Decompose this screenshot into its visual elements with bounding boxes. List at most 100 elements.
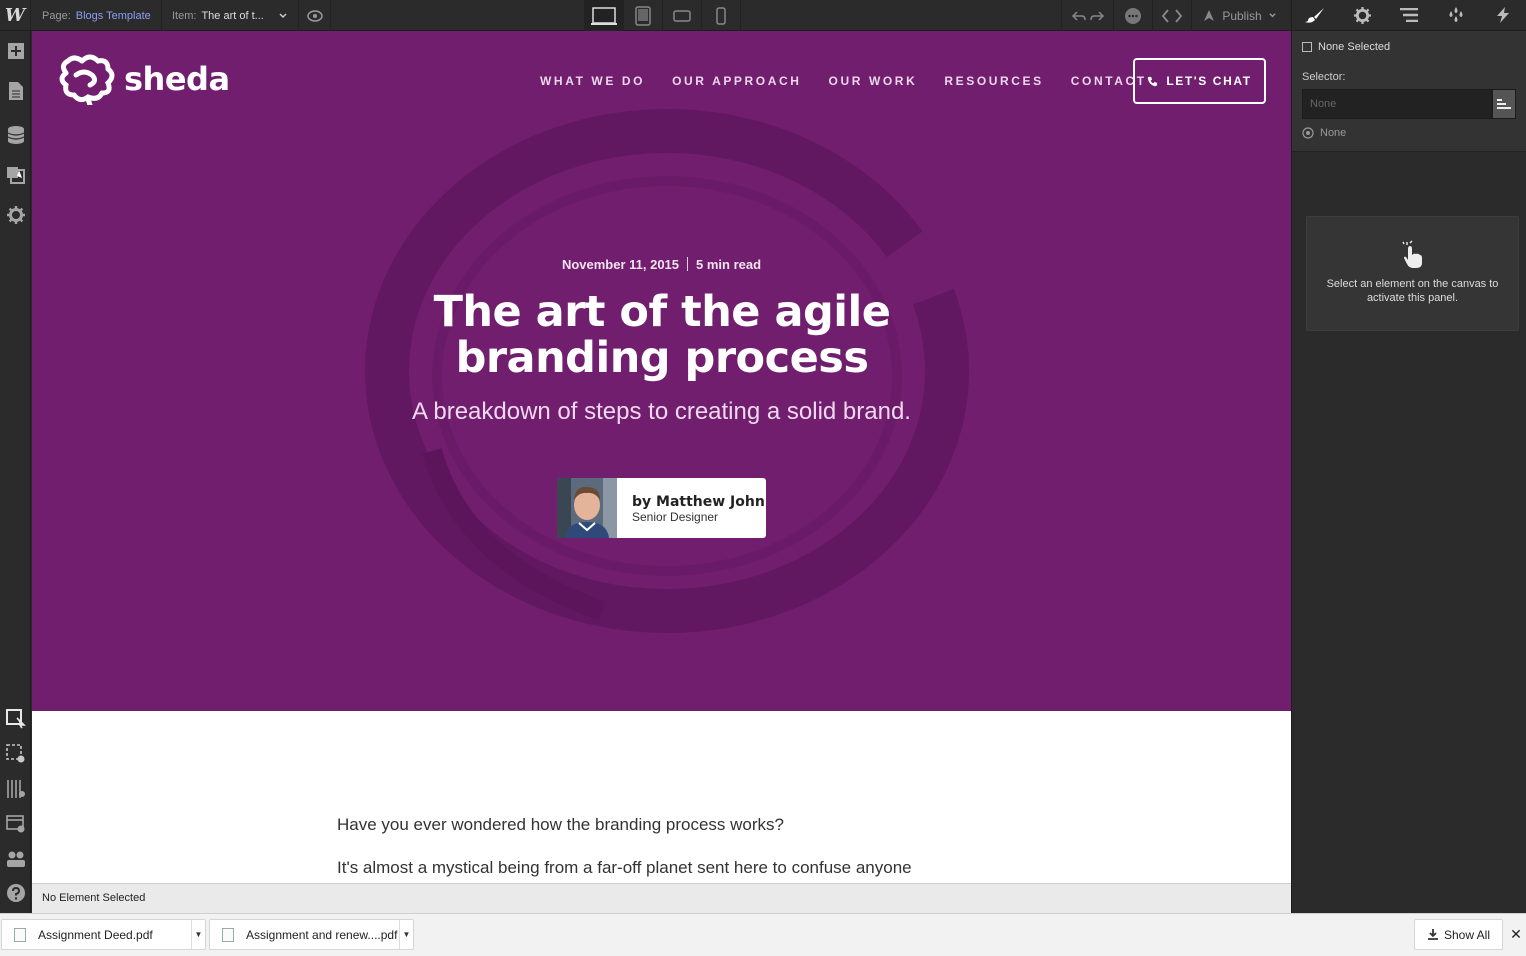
pages-icon xyxy=(8,82,23,100)
tab-navigator[interactable] xyxy=(1386,0,1433,30)
code-button[interactable] xyxy=(1152,0,1191,31)
download-menu-arrow[interactable]: ▼ xyxy=(399,920,413,949)
chevron-down-icon xyxy=(1268,13,1276,18)
post-meta: November 11, 2015 5 min read xyxy=(32,257,1291,272)
author-role: Senior Designer xyxy=(632,510,719,524)
meta-separator xyxy=(687,257,689,271)
item-label: Item: xyxy=(172,9,197,22)
designer-top-bar: W Page: Blogs Template Item: The art of … xyxy=(0,0,1291,31)
nav-resources[interactable]: RESOURCES xyxy=(944,74,1043,88)
post-title: The art of the agile branding process xyxy=(433,287,891,383)
assets-icon xyxy=(6,167,25,184)
none-selected-label: None Selected xyxy=(1318,41,1391,53)
preview-icon xyxy=(5,744,24,763)
tab-settings[interactable] xyxy=(1339,0,1386,30)
main-menu: WHAT WE DO OUR APPROACH OUR WORK RESOURC… xyxy=(540,74,1174,88)
item-selector[interactable]: Item: The art of t... xyxy=(162,0,299,31)
mobile-landscape-icon xyxy=(673,9,691,22)
close-icon[interactable]: ✕ xyxy=(1508,926,1524,942)
pdf-file-icon xyxy=(222,927,234,942)
site-settings-button[interactable] xyxy=(0,198,31,232)
undo-redo[interactable] xyxy=(1061,0,1113,31)
tab-swatches[interactable] xyxy=(1432,0,1479,30)
redo-icon xyxy=(1089,10,1104,21)
template-icon xyxy=(5,815,24,833)
site-logo[interactable]: sheda xyxy=(58,53,230,105)
lets-chat-label: LET'S CHAT xyxy=(1166,74,1252,88)
cms-button[interactable] xyxy=(0,118,31,152)
eye-icon xyxy=(307,9,323,22)
inherit-row: None xyxy=(1302,127,1516,139)
comments-button[interactable] xyxy=(1113,0,1152,31)
add-elements-button[interactable] xyxy=(0,34,31,68)
pages-button[interactable] xyxy=(0,74,31,108)
phone-icon xyxy=(1148,76,1158,86)
element-breadcrumb-bar: No Element Selected xyxy=(32,883,1291,913)
settings-icon xyxy=(6,206,25,224)
swatches-icon xyxy=(1449,7,1463,22)
interactions-icon xyxy=(1496,7,1509,23)
author-card[interactable]: by Matthew John Senior Designer xyxy=(557,478,766,538)
help-icon xyxy=(6,884,25,902)
article-body[interactable]: Have you ever wondered how the branding … xyxy=(32,711,1291,883)
download-item[interactable]: Assignment and renew....pdf ▼ xyxy=(209,919,414,950)
selector-input[interactable]: None xyxy=(1302,89,1492,119)
tab-style[interactable] xyxy=(1292,0,1339,30)
read-time: 5 min read xyxy=(696,257,762,272)
style-brush-icon xyxy=(1305,8,1325,23)
publish-button[interactable]: Publish xyxy=(1191,0,1291,31)
brand-name: sheda xyxy=(124,60,230,98)
selector-menu-button[interactable] xyxy=(1492,89,1516,119)
hint-text: Select an element on the canvas to activ… xyxy=(1326,278,1499,304)
download-item[interactable]: Assignment Deed.pdf ▼ xyxy=(1,919,206,950)
design-canvas[interactable]: sheda WHAT WE DO OUR APPROACH OUR WORK R… xyxy=(32,31,1291,883)
selector-field: None xyxy=(1302,89,1516,119)
desktop-button[interactable] xyxy=(585,0,624,31)
preview-button[interactable] xyxy=(300,0,331,31)
help-button[interactable] xyxy=(0,876,31,910)
item-value: The art of t... xyxy=(201,9,264,22)
webflow-logo[interactable]: W xyxy=(0,0,31,31)
publish-label: Publish xyxy=(1222,8,1262,23)
device-switcher xyxy=(584,0,741,31)
status-text: No Element Selected xyxy=(42,892,146,904)
assets-button[interactable] xyxy=(0,158,31,192)
download-shelf: Assignment Deed.pdf ▼ Assignment and ren… xyxy=(0,913,1526,956)
author-photo xyxy=(557,478,617,538)
page-selector[interactable]: Page: Blogs Template xyxy=(32,0,162,31)
team-button[interactable] xyxy=(0,842,31,876)
grid-overlay-button[interactable] xyxy=(0,772,31,806)
blog-hero[interactable]: sheda WHAT WE DO OUR APPROACH OUR WORK R… xyxy=(32,31,1291,711)
tablet-button[interactable] xyxy=(624,0,663,31)
mobile-landscape-button[interactable] xyxy=(663,0,702,31)
download-filename: Assignment Deed.pdf xyxy=(38,927,153,942)
selector-label: Selector: xyxy=(1302,71,1346,83)
preview-boxes-button[interactable] xyxy=(0,737,31,771)
nav-our-work[interactable]: OUR WORK xyxy=(829,74,918,88)
select-mode-button[interactable] xyxy=(0,702,31,736)
template-button[interactable] xyxy=(0,807,31,841)
show-all-downloads-button[interactable]: Show All xyxy=(1414,919,1503,950)
nav-what-we-do[interactable]: WHAT WE DO xyxy=(540,74,645,88)
left-toolbar xyxy=(0,31,31,913)
desktop-icon xyxy=(591,6,617,25)
lets-chat-button[interactable]: LET'S CHAT xyxy=(1133,58,1266,104)
article-paragraph: Have you ever wondered how the branding … xyxy=(337,815,784,834)
select-icon xyxy=(5,709,26,729)
download-menu-arrow[interactable]: ▼ xyxy=(191,920,205,949)
post-subtitle: A breakdown of steps to creating a solid… xyxy=(412,398,911,425)
pdf-file-icon xyxy=(14,927,26,942)
selector-section: None Selected Selector: None None xyxy=(1292,31,1526,152)
list-icon xyxy=(1497,99,1511,109)
nav-our-approach[interactable]: OUR APPROACH xyxy=(672,74,801,88)
add-icon xyxy=(7,43,24,59)
page-value[interactable]: Blogs Template xyxy=(76,10,151,22)
none-selected-checkbox[interactable]: None Selected xyxy=(1302,41,1516,53)
brain-logo-icon xyxy=(59,54,115,105)
mobile-portrait-button[interactable] xyxy=(702,0,741,31)
show-all-label: Show All xyxy=(1443,927,1491,942)
comment-icon xyxy=(1125,7,1141,24)
settings-gear-icon xyxy=(1353,6,1371,24)
rocket-icon xyxy=(1204,9,1215,21)
tab-interactions[interactable] xyxy=(1479,0,1526,30)
